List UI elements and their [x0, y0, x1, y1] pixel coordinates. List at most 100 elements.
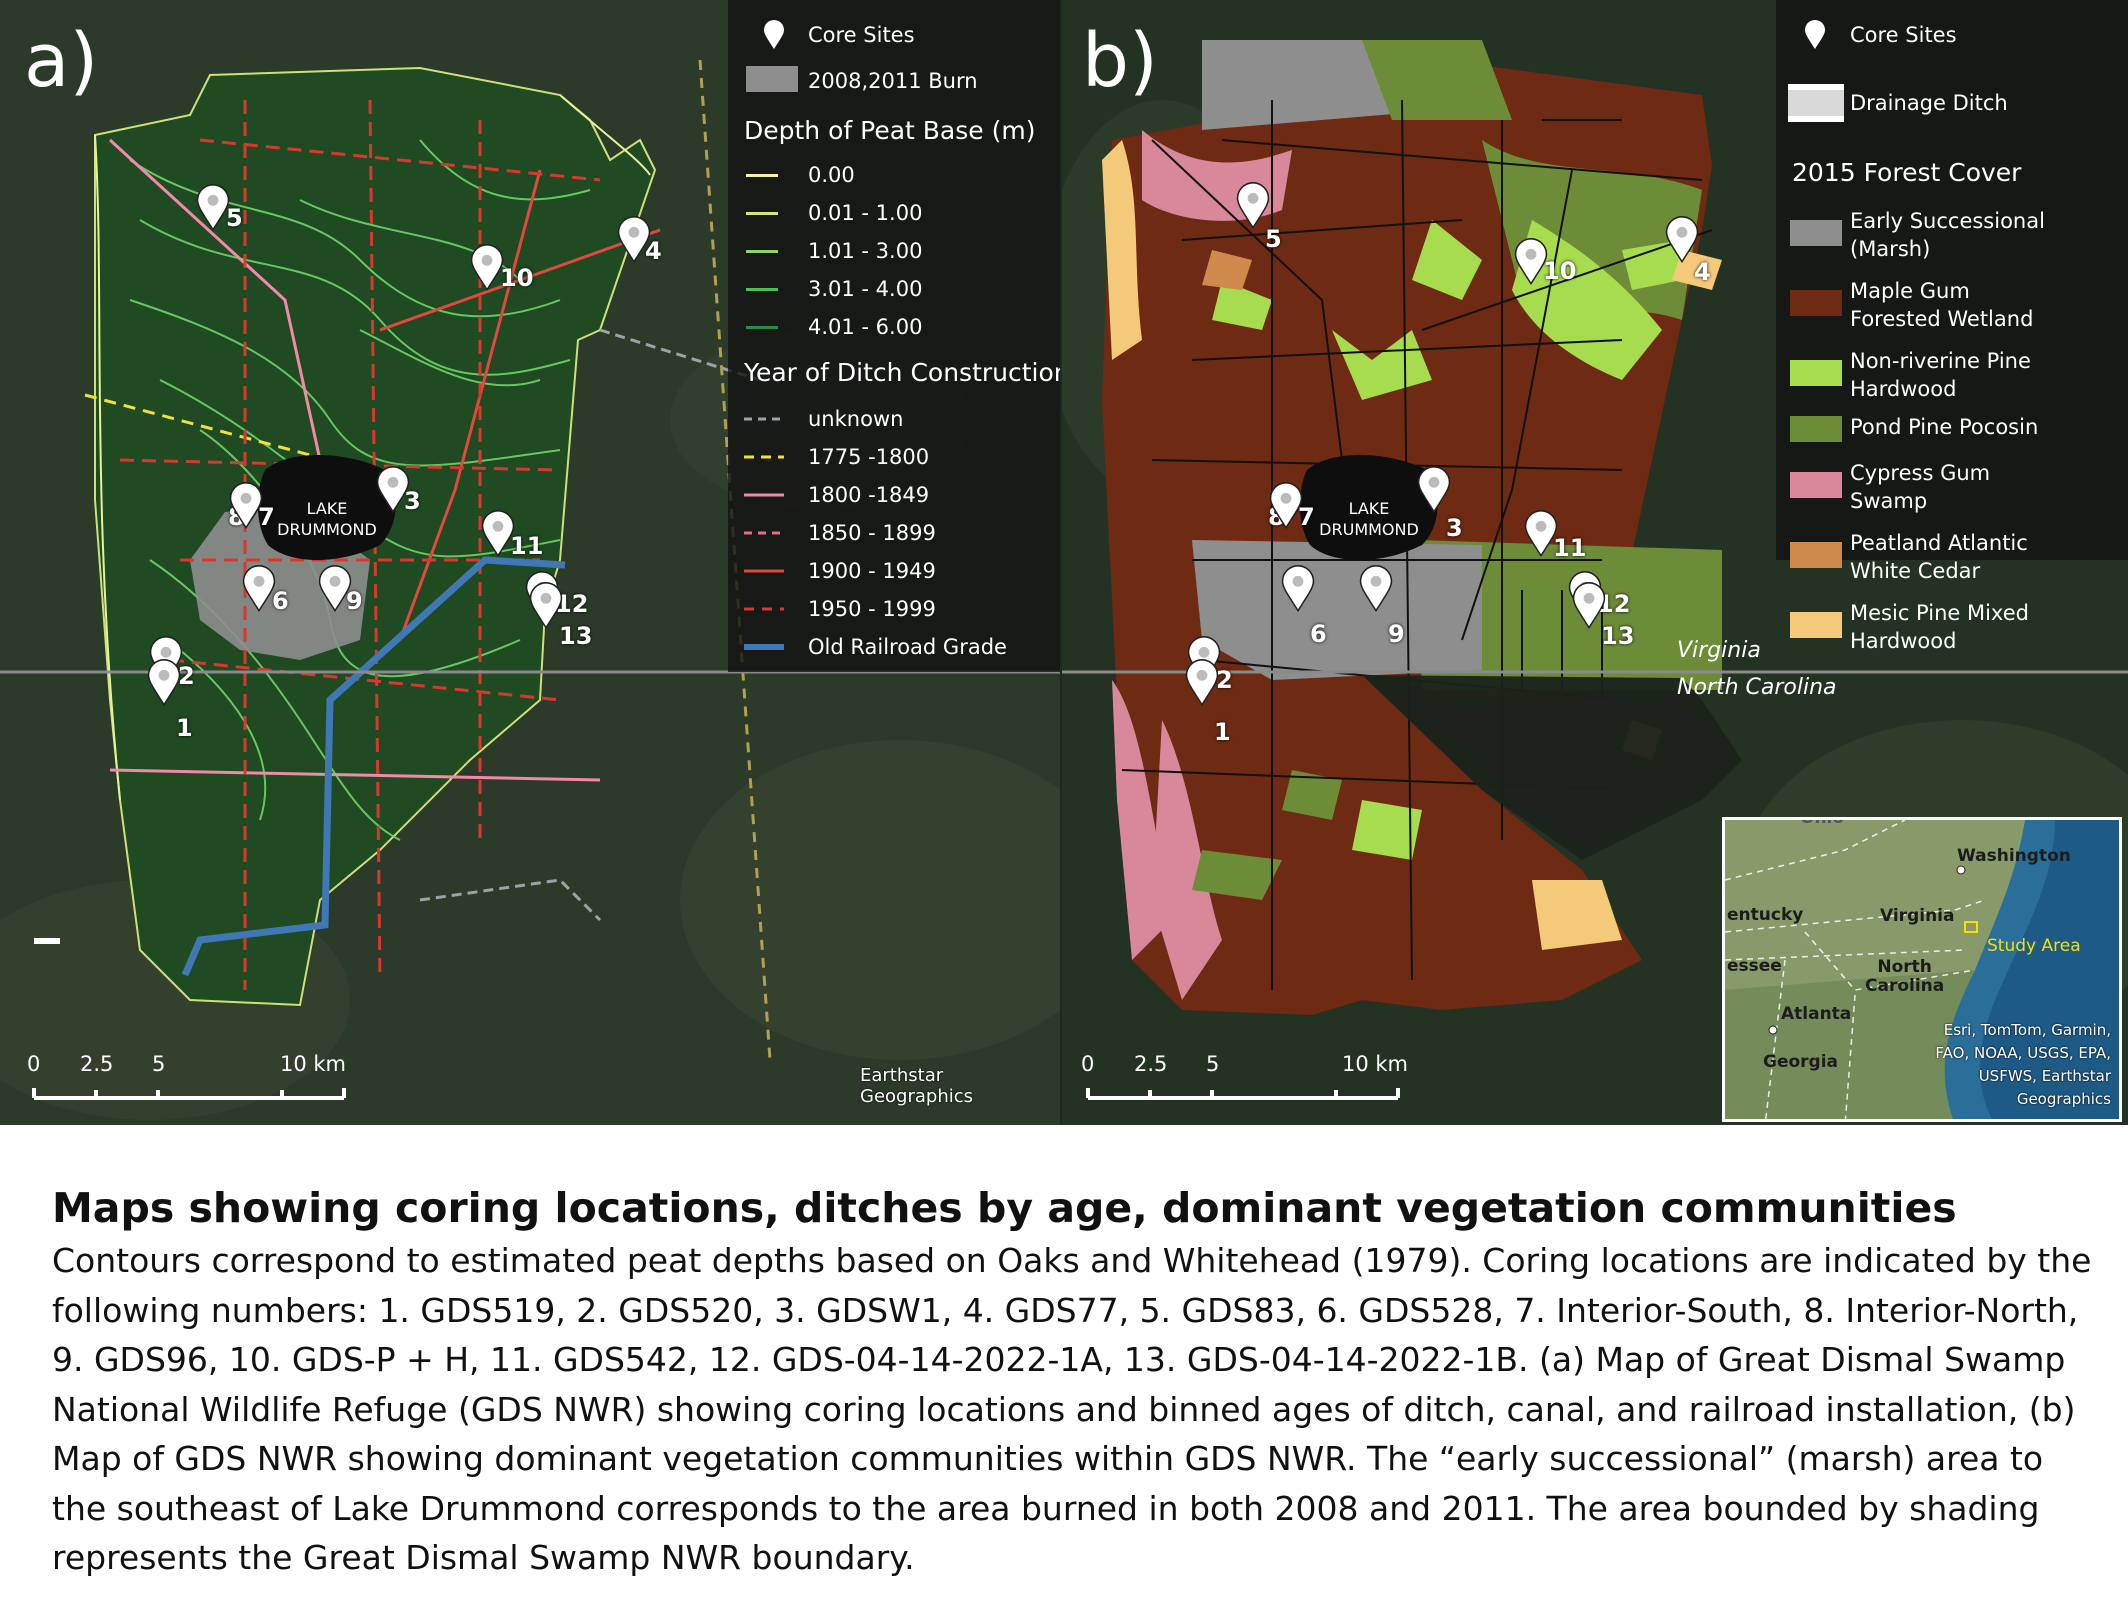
map-panel-a: a) LAKE DRUMMOND 5 4 10 8 7 3 11 6 9 12 13 2 1 0 2.5… [0, 0, 1060, 1125]
legend-core-sites: Core Sites [808, 23, 915, 47]
core-site-label-7: 7 [258, 503, 275, 531]
lake-label-line1: LAKE [306, 499, 348, 518]
inset-label-ohio: Ohio [1800, 817, 1845, 828]
inset-label-kentucky: entucky [1727, 905, 1804, 925]
core-site-label-9: 9 [1388, 620, 1405, 648]
core-site-marker-icon [764, 20, 784, 49]
core-site-label-9: 9 [346, 587, 363, 615]
ditch-swatch-0 [744, 417, 784, 421]
core-site-label-11: 11 [510, 532, 544, 560]
ditch-swatch [1788, 84, 1844, 122]
lake-label-line2-b: DRUMMOND [1319, 520, 1419, 539]
cover-swatch-4 [1790, 472, 1842, 498]
ditch-legend-item: unknown [808, 407, 904, 431]
core-site-label-1: 1 [176, 714, 193, 742]
scale-label-5: 5 [152, 1052, 166, 1076]
legend-depth-title: Depth of Peat Base (m) [744, 116, 1036, 145]
ditch-legend-item: 1775 -1800 [808, 445, 930, 469]
core-site-marker-6-icon [242, 565, 276, 613]
scale-label-2-5: 2.5 [80, 1052, 114, 1076]
core-site-label-3: 3 [1446, 514, 1463, 542]
core-site-label-4: 4 [1694, 258, 1711, 286]
cover-legend-item-line2: Forested Wetland [1850, 307, 2034, 331]
depth-swatch-0 [746, 174, 778, 177]
depth-legend-item: 0.00 [808, 163, 855, 187]
cover-swatch-5 [1790, 542, 1842, 568]
legend-cover-title: 2015 Forest Cover [1792, 158, 2022, 187]
cover-swatch-3 [1790, 416, 1842, 442]
depth-swatch-2 [746, 250, 778, 253]
figure: a) LAKE DRUMMOND 5 4 10 8 7 3 11 6 9 12 13 2 1 0 2.5… [0, 0, 2128, 1125]
cover-swatch-0 [1790, 220, 1842, 246]
depth-swatch-1 [746, 212, 778, 215]
lake-label-line2: DRUMMOND [277, 520, 377, 539]
ditch-legend-item: 1850 - 1899 [808, 521, 936, 545]
scale-label-10km: 10 km [280, 1052, 347, 1076]
north-marker [34, 938, 60, 944]
legend-b: Core Sites Drainage Ditch 2015 Forest Co… [1776, 0, 2128, 653]
ditch-swatch-4 [744, 569, 784, 573]
cover-swatch-1 [1790, 290, 1842, 316]
state-label-north-carolina: North Carolina [1677, 675, 1837, 700]
ditch-legend-item: 1800 -1849 [808, 483, 930, 507]
depth-swatch-3 [746, 288, 778, 291]
cover-legend-item-line2: White Cedar [1850, 559, 1981, 583]
cover-legend-item: Cypress Gum [1850, 461, 1991, 485]
core-site-label-1: 1 [1214, 718, 1231, 746]
core-site-label-13: 13 [1601, 622, 1635, 650]
lake-label-line1-b: LAKE [1348, 499, 1390, 518]
core-site-marker-5-icon [1236, 182, 1270, 230]
scale-label-b-5: 5 [1206, 1052, 1220, 1076]
cover-legend-item-line2: (Marsh) [1850, 237, 1931, 261]
inset-label-virginia: Virginia [1880, 906, 1955, 926]
depth-swatch-4 [746, 326, 778, 329]
cover-swatch-6 [1790, 612, 1842, 638]
cover-legend-item-line2: Hardwood [1850, 629, 1957, 653]
inset-locator-map: Ohio Washington entucky Virginia Study A… [1722, 817, 2122, 1122]
legend-ditch-title: Year of Ditch Construction [744, 358, 1060, 387]
cover-legend-item: Mesic Pine Mixed [1850, 601, 2029, 625]
core-site-marker-3-icon [1417, 466, 1451, 514]
ditch-legend-item: Old Railroad Grade [808, 635, 1007, 659]
legend-a: Core Sites 2008,2011 Burn Depth of Peat … [728, 0, 1060, 672]
core-site-marker-10-icon [470, 244, 504, 292]
core-site-marker-6-icon [1281, 565, 1315, 613]
cover-legend-item-line2: Hardwood [1850, 377, 1957, 401]
lake-label-a: LAKE DRUMMOND [272, 498, 382, 540]
scale-label-b-2-5: 2.5 [1134, 1052, 1168, 1076]
cover-legend-item: Early Successional [1850, 209, 2045, 233]
depth-legend-item: 3.01 - 4.00 [808, 277, 923, 301]
cover-legend-item: Pond Pine Pocosin [1850, 415, 2039, 439]
scale-label-b-10km: 10 km [1342, 1052, 1409, 1076]
core-site-label-10: 10 [500, 264, 534, 292]
core-site-marker-1-icon [147, 659, 181, 707]
map-panel-b: b) LAKE DRUMMOND 5 10 4 8 7 3 11 6 9 12 13 2 1 Virgi… [1062, 0, 2128, 1125]
inset-label-washington: Washington [1957, 846, 2071, 866]
ditch-legend-item: 1900 - 1949 [808, 559, 936, 583]
inset-label-study-area: Study Area [1987, 936, 2081, 956]
panel-a-label: a) [24, 18, 99, 104]
depth-legend-item: 1.01 - 3.00 [808, 239, 923, 263]
inset-label-north-carolina: North Carolina [1865, 957, 1945, 996]
core-site-label-6: 6 [1310, 620, 1327, 648]
core-site-marker-icon-b [1805, 20, 1825, 49]
legend-ditch: Drainage Ditch [1850, 91, 2008, 115]
caption-title: Maps showing coring locations, ditches b… [52, 1184, 1957, 1232]
lake-label-b: LAKE DRUMMOND [1314, 498, 1424, 540]
state-label-virginia: Virginia [1677, 638, 1761, 663]
inset-label-georgia: Georgia [1763, 1052, 1839, 1072]
cover-legend-item: Non-riverine Pine [1850, 349, 2031, 373]
panel-b-label: b) [1082, 18, 1158, 104]
core-site-marker-9-icon [1359, 565, 1393, 613]
core-site-label-5: 5 [1265, 225, 1282, 253]
core-site-label-3: 3 [404, 487, 421, 515]
cover-swatch-2 [1790, 360, 1842, 386]
inset-label-atlanta: Atlanta [1781, 1004, 1852, 1024]
cover-legend-item-line2: Swamp [1850, 489, 1928, 513]
scale-label-b-0: 0 [1081, 1052, 1095, 1076]
burn-swatch [746, 66, 798, 92]
core-site-label-11: 11 [1553, 534, 1587, 562]
depth-legend-item: 4.01 - 6.00 [808, 315, 923, 339]
core-site-marker-13-icon [529, 582, 563, 630]
core-site-label-7: 7 [1298, 503, 1315, 531]
